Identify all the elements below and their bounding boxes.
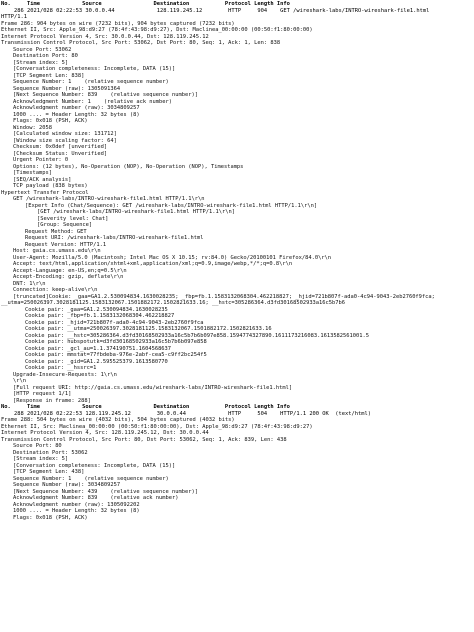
packet-detail-line: Flags: 0x018 (PSH, ACK): [13, 514, 88, 521]
capture-lines: No. Time Source Destination Protocol Len…: [0, 0, 474, 521]
packet-capture-printout: No. Time Source Destination Protocol Len…: [0, 0, 474, 632]
packet-summary-line: 286 2021/028 02:22:53 30.0.0.44 128.119.…: [1, 7, 430, 14]
